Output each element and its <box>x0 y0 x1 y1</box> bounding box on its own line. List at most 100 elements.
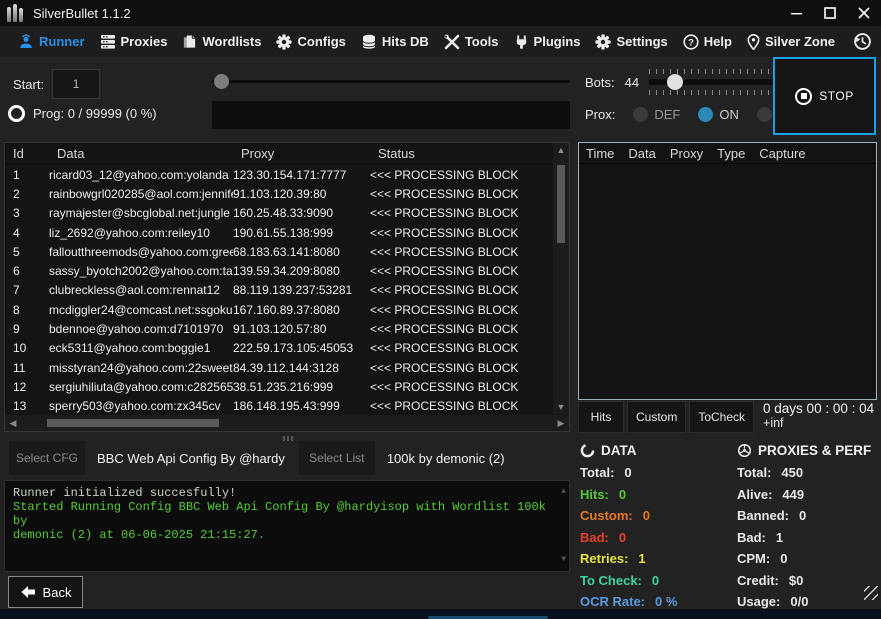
stat-row: Total: 450 <box>737 465 871 480</box>
hscroll-thumb[interactable] <box>47 419 219 427</box>
row-status: <<< PROCESSING BLOCK <box>370 399 519 414</box>
menu-item-settings[interactable]: Settings <box>595 33 668 50</box>
eta-timer: +inf <box>763 416 784 430</box>
table-row[interactable]: 6 sassy_byotch2002@yahoo.com:tabb 139.59.3… <box>5 261 553 280</box>
tools-icon <box>444 34 460 50</box>
stat-value: 1 <box>775 529 784 545</box>
row-id: 10 <box>13 341 27 356</box>
table-row[interactable]: 11 misstyran24@yahoo.com:22sweets 84.39.11… <box>5 358 553 377</box>
tab-hits[interactable]: Hits <box>578 401 624 433</box>
config-name: BBC Web Api Config By @hardy <box>97 450 285 466</box>
stat-label: Total: <box>580 465 615 480</box>
scroll-right-icon[interactable]: ▶ <box>553 418 569 429</box>
stat-label: Alive: <box>737 486 773 502</box>
row-data: sassy_byotch2002@yahoo.com:tabb <box>49 264 233 279</box>
proxies-stats-block: PROXIES & PERF Total: 450 Alive: 449 Banned:… <box>737 443 871 616</box>
table-horizontal-scrollbar[interactable]: ◀ ▶ <box>5 415 569 431</box>
log-scroll-up-icon[interactable]: ▲ <box>561 485 566 499</box>
row-status: <<< PROCESSING BLOCK <box>370 341 519 356</box>
menu-item-hits-db[interactable]: Hits DB <box>361 34 429 50</box>
back-button[interactable]: Back <box>8 576 83 608</box>
progress-bar <box>212 101 570 129</box>
prox-option-def[interactable]: DEF <box>633 107 680 122</box>
select-cfg-button[interactable]: Select CFG <box>9 441 85 475</box>
prox-option-on[interactable]: ON <box>698 107 739 122</box>
table-row[interactable]: 4 liz_2692@yahoo.com:reiley10 190.61.55.13… <box>5 223 553 242</box>
stop-button[interactable]: STOP <box>773 57 876 135</box>
table-row[interactable]: 7 clubreckless@aol.com:rennat12 88.119.139… <box>5 281 553 300</box>
row-id: 2 <box>13 186 20 201</box>
stats-panel: DATA Total: 0 Hits: 0 Custom: 0 Bad: 0 Retries: 1… <box>580 443 877 610</box>
wordlist-table-body: 1 ricard03_12@yahoo.com:yolanda 123.30.154… <box>5 165 553 414</box>
progress-slider-knob[interactable] <box>214 74 229 89</box>
bots-slider-knob[interactable] <box>667 74 684 90</box>
table-vertical-scrollbar[interactable]: ▲ ▼ <box>553 143 569 414</box>
table-row[interactable]: 2 rainbowgrl020285@aol.com:jennife 91.103.… <box>5 184 553 203</box>
hits-tabs-row: Hits Custom ToCheck 0 days 00 : 00 : 04 +i… <box>578 401 877 435</box>
table-row[interactable]: 9 bdennoe@yahoo.com:d7101970 91.103.120.57… <box>5 319 553 338</box>
table-row[interactable]: 13 sperry503@yahoo.com:zx345cv 186.148.195… <box>5 397 553 414</box>
stat-row: Credit: $0 <box>737 573 871 588</box>
pin-icon <box>747 33 760 50</box>
vscroll-thumb[interactable] <box>557 165 565 243</box>
scroll-down-icon[interactable]: ▼ <box>557 400 566 414</box>
menu-bar: Runner Proxies Wordlists Configs Hits DB Tool… <box>0 26 881 57</box>
row-status: <<< PROCESSING BLOCK <box>370 302 519 317</box>
wordlists-icon <box>182 34 197 50</box>
app-logo-icon <box>7 4 23 22</box>
row-proxy: 190.61.55.138:999 <box>233 225 334 240</box>
maximize-icon[interactable] <box>813 0 847 26</box>
table-row[interactable]: 1 ricard03_12@yahoo.com:yolanda 123.30.154… <box>5 165 553 184</box>
row-proxy: 186.148.195.43:999 <box>233 399 340 414</box>
menu-item-runner[interactable]: Runner <box>18 33 85 50</box>
row-proxy: 160.25.48.33:9090 <box>233 206 334 221</box>
menu-item-silver-zone[interactable]: Silver Zone <box>747 33 835 50</box>
table-row[interactable]: 10 eck5311@yahoo.com:boggie1 222.59.173.10… <box>5 339 553 358</box>
log-scroll-down-icon[interactable]: ▼ <box>561 553 566 567</box>
table-row[interactable]: 8 mcdiggler24@comcast.net:ssgoku4 167.160.… <box>5 300 553 319</box>
table-row[interactable]: 12 sergiuhiliuta@yahoo.com:c2825659 38.51.… <box>5 377 553 396</box>
scroll-left-icon[interactable]: ◀ <box>5 418 21 429</box>
menu-item-proxies[interactable]: Proxies <box>100 34 167 50</box>
svg-text:?: ? <box>688 37 694 48</box>
resize-grip-icon[interactable] <box>864 586 878 600</box>
menu-item-tools[interactable]: Tools <box>444 34 499 50</box>
stat-value: 0 % <box>655 594 678 609</box>
row-id: 6 <box>13 264 20 279</box>
row-id: 9 <box>13 322 20 337</box>
progress-slider[interactable] <box>212 74 570 89</box>
proxies-icon <box>100 34 116 50</box>
prog-radio-icon[interactable] <box>8 105 25 122</box>
log-line: Started Running Config BBC Web Api Confi… <box>13 500 546 528</box>
stat-value: 450 <box>781 465 804 480</box>
history-icon[interactable] <box>850 31 874 53</box>
select-list-button[interactable]: Select List <box>298 441 375 475</box>
stat-value: 0 <box>642 508 650 523</box>
plugins-icon <box>514 34 529 50</box>
start-input[interactable] <box>52 69 101 99</box>
row-status: <<< PROCESSING BLOCK <box>370 360 519 375</box>
bots-slider[interactable] <box>649 69 778 95</box>
row-proxy: 88.119.139.237:53281 <box>233 283 353 298</box>
menu-item-configs[interactable]: Configs <box>276 33 346 50</box>
hits-panel-header: Time Data Proxy Type Capture <box>579 143 876 164</box>
minimize-icon[interactable] <box>779 0 813 26</box>
tab-custom[interactable]: Custom <box>627 401 687 433</box>
menu-item-plugins[interactable]: Plugins <box>514 34 580 50</box>
table-row[interactable]: 5 falloutthreemods@yahoo.com:green 68.183.… <box>5 242 553 261</box>
table-row[interactable]: 3 raymajester@sbcglobal.net:jungle 160.25.… <box>5 204 553 223</box>
stat-label: Bad: <box>737 529 766 545</box>
tab-tocheck[interactable]: ToCheck <box>689 401 755 433</box>
row-id: 13 <box>13 399 27 414</box>
scroll-up-icon[interactable]: ▲ <box>557 143 566 157</box>
stat-label: Usage: <box>737 594 781 609</box>
hits-column-capture: Capture <box>759 146 806 161</box>
menu-item-help[interactable]: ? Help <box>683 33 732 50</box>
stat-label: Bad: <box>580 529 609 545</box>
menu-item-wordlists[interactable]: Wordlists <box>182 34 261 50</box>
close-icon[interactable] <box>847 0 881 26</box>
row-status: <<< PROCESSING BLOCK <box>370 379 519 394</box>
hits-column-proxy: Proxy <box>669 146 704 161</box>
row-id: 3 <box>13 206 20 221</box>
radio-icon <box>633 107 649 122</box>
